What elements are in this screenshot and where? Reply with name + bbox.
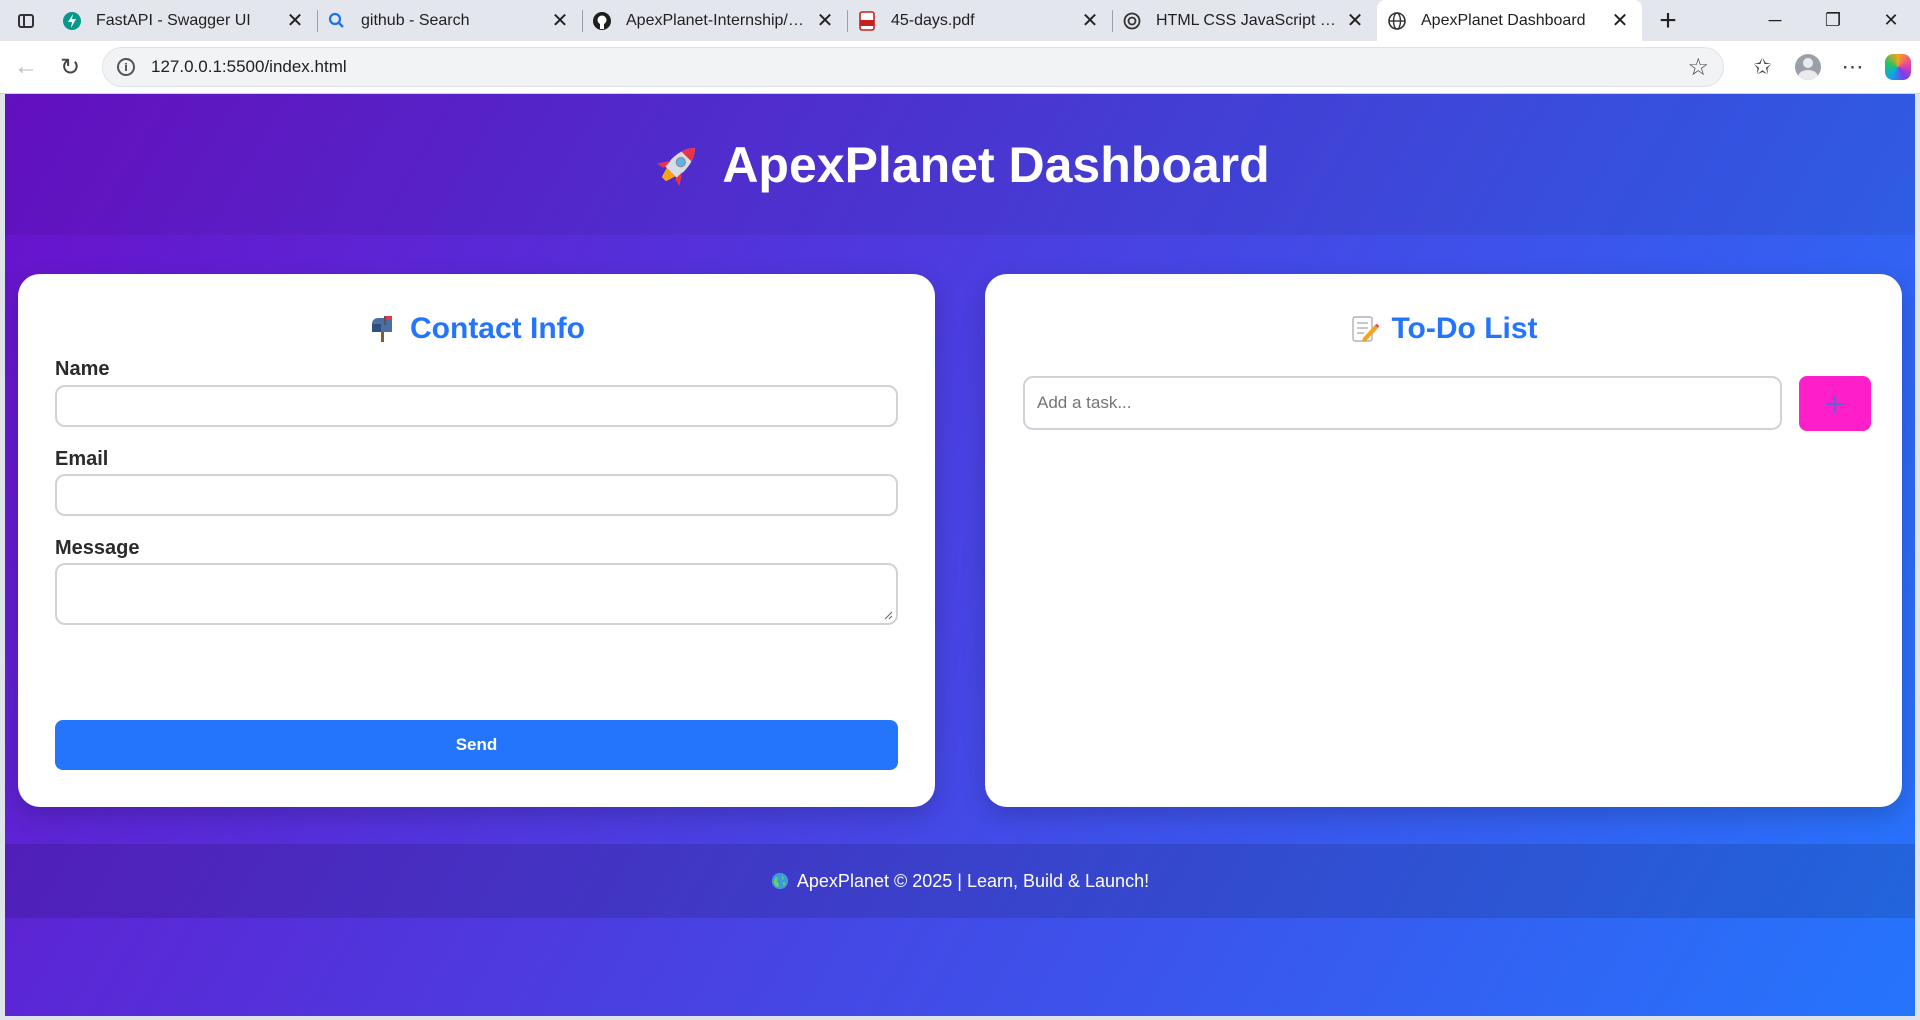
- profile-button[interactable]: [1785, 45, 1830, 89]
- toolbar-actions: ✩ ⋯: [1740, 45, 1920, 89]
- tab-title: github - Search: [361, 11, 470, 29]
- pdf-icon: [857, 10, 877, 31]
- page-title: ApexPlanet Dashboard: [650, 136, 1270, 194]
- tab-title: ApexPlanet-Internship/Task-: [626, 11, 809, 29]
- globe-icon: [771, 872, 789, 890]
- tab-actions-button[interactable]: [0, 0, 52, 41]
- url-text: 127.0.0.1:5500/index.html: [151, 57, 347, 76]
- browser-tab[interactable]: HTML CSS JavaScript project ✕: [1112, 0, 1377, 41]
- site-info-icon[interactable]: i: [117, 58, 135, 76]
- reload-button[interactable]: ↻: [48, 45, 92, 89]
- tab-title: ApexPlanet Dashboard: [1421, 11, 1586, 29]
- favorite-star-icon[interactable]: ☆: [1687, 53, 1709, 82]
- todo-card: To-Do List Add a task...: [985, 274, 1902, 807]
- tab-title: FastAPI - Swagger UI: [96, 11, 251, 29]
- footer-text: ApexPlanet © 2025 | Learn, Build & Launc…: [796, 870, 1150, 891]
- address-bar[interactable]: i 127.0.0.1:5500/index.html ☆: [102, 47, 1724, 87]
- task-input[interactable]: Add a task...: [1023, 376, 1782, 430]
- close-icon[interactable]: ✕: [1080, 10, 1100, 32]
- window-controls: ─ ❐ ✕: [1746, 0, 1920, 41]
- browser-tab[interactable]: 45-days.pdf ✕: [847, 0, 1112, 41]
- tab-title: HTML CSS JavaScript project: [1156, 11, 1339, 29]
- close-icon[interactable]: ✕: [285, 10, 305, 32]
- resize-grip-icon[interactable]: [883, 610, 893, 620]
- close-window-icon[interactable]: ✕: [1862, 0, 1920, 41]
- memo-icon: [1352, 316, 1380, 342]
- browser-tab-bar: FastAPI - Swagger UI ✕ github - Search ✕…: [0, 0, 1920, 41]
- message-textarea[interactable]: [55, 563, 898, 625]
- browser-toolbar: ← ↻ i 127.0.0.1:5500/index.html ☆ ✩ ⋯: [0, 41, 1920, 94]
- tab-title: 45-days.pdf: [891, 11, 975, 29]
- minimize-icon[interactable]: ─: [1746, 0, 1804, 41]
- name-label: Name: [55, 358, 110, 380]
- close-icon[interactable]: ✕: [1345, 10, 1365, 32]
- site-footer: ApexPlanet © 2025 | Learn, Build & Launc…: [5, 844, 1915, 918]
- sidebar-panel-icon: [18, 13, 34, 28]
- favorites-icon[interactable]: ✩: [1740, 45, 1785, 89]
- email-label: Email: [55, 448, 109, 470]
- copilot-icon: [1884, 54, 1911, 80]
- message-label: Message: [55, 537, 140, 559]
- fastapi-icon: [62, 11, 82, 31]
- browser-tab[interactable]: ApexPlanet-Internship/Task- ✕: [582, 0, 847, 41]
- plus-icon: [1826, 394, 1844, 413]
- new-tab-button[interactable]: +: [1642, 0, 1694, 41]
- globe-icon: [1387, 11, 1407, 31]
- rocket-icon: [657, 147, 696, 186]
- task-input-placeholder: Add a task...: [1037, 393, 1132, 412]
- browser-tab-active[interactable]: ApexPlanet Dashboard ✕: [1377, 0, 1642, 41]
- contact-heading-text: Contact Info: [410, 312, 585, 345]
- more-options-icon[interactable]: ⋯: [1830, 45, 1875, 89]
- close-icon[interactable]: ✕: [1610, 10, 1630, 32]
- name-field[interactable]: [55, 385, 898, 427]
- avatar: [1794, 54, 1821, 80]
- todo-heading-text: To-Do List: [1391, 312, 1538, 345]
- email-field[interactable]: [55, 474, 898, 516]
- tab-strip: FastAPI - Swagger UI ✕ github - Search ✕…: [52, 0, 1642, 41]
- contact-card: Contact Info Name Email Message Send: [18, 274, 935, 807]
- close-icon[interactable]: ✕: [550, 10, 570, 32]
- mailbox-icon: [372, 316, 392, 342]
- back-button[interactable]: ←: [4, 45, 48, 89]
- search-icon: [327, 11, 347, 31]
- add-task-button[interactable]: [1799, 376, 1871, 431]
- browser-tab[interactable]: github - Search ✕: [317, 0, 582, 41]
- send-button[interactable]: Send: [55, 720, 898, 770]
- restore-icon[interactable]: ❐: [1804, 0, 1862, 41]
- contact-heading: Contact Info: [18, 312, 935, 346]
- page-viewport: ApexPlanet Dashboard Contact Info Name E…: [5, 94, 1915, 1016]
- site-header: ApexPlanet Dashboard: [5, 94, 1915, 235]
- github-icon: [592, 11, 612, 31]
- chatgpt-icon: [1122, 11, 1142, 31]
- page-title-text: ApexPlanet Dashboard: [722, 136, 1270, 193]
- close-icon[interactable]: ✕: [815, 10, 835, 32]
- todo-heading: To-Do List: [985, 312, 1902, 346]
- browser-tab[interactable]: FastAPI - Swagger UI ✕: [52, 0, 317, 41]
- copilot-button[interactable]: [1875, 45, 1920, 89]
